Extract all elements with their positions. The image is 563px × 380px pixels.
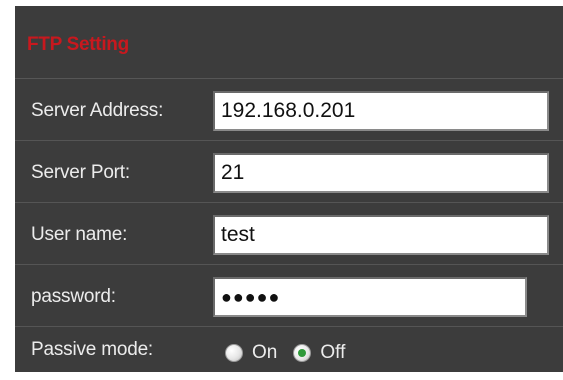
password-input[interactable] [213, 277, 527, 317]
user-name-label: User name: [31, 224, 128, 245]
ftp-settings-panel: FTP Setting Server Address: Server Port:… [15, 6, 563, 372]
radio-selected-dot [298, 349, 307, 357]
passive-mode-off-option[interactable]: Off [293, 342, 345, 364]
server-port-label: Server Port: [31, 162, 130, 183]
passive-mode-on-radio[interactable] [225, 344, 243, 362]
panel-title: FTP Setting [27, 34, 129, 55]
password-label: password: [31, 286, 116, 307]
server-port-input[interactable] [213, 153, 549, 193]
passive-mode-radio-group: On Off [225, 342, 361, 364]
user-name-input[interactable] [213, 215, 549, 255]
password-row: password: [15, 265, 563, 327]
passive-mode-label: Passive mode: [31, 339, 154, 360]
passive-mode-off-label: Off [320, 342, 346, 363]
server-address-input[interactable] [213, 91, 549, 131]
passive-mode-off-radio[interactable] [293, 344, 312, 362]
server-address-label: Server Address: [31, 100, 164, 121]
passive-mode-on-label: On [252, 342, 278, 363]
user-name-row: User name: [15, 203, 563, 265]
passive-mode-row: Passive mode: On Off [15, 327, 563, 372]
server-port-row: Server Port: [15, 141, 563, 203]
passive-mode-on-option[interactable]: On [225, 342, 277, 364]
server-address-row: Server Address: [15, 79, 563, 141]
